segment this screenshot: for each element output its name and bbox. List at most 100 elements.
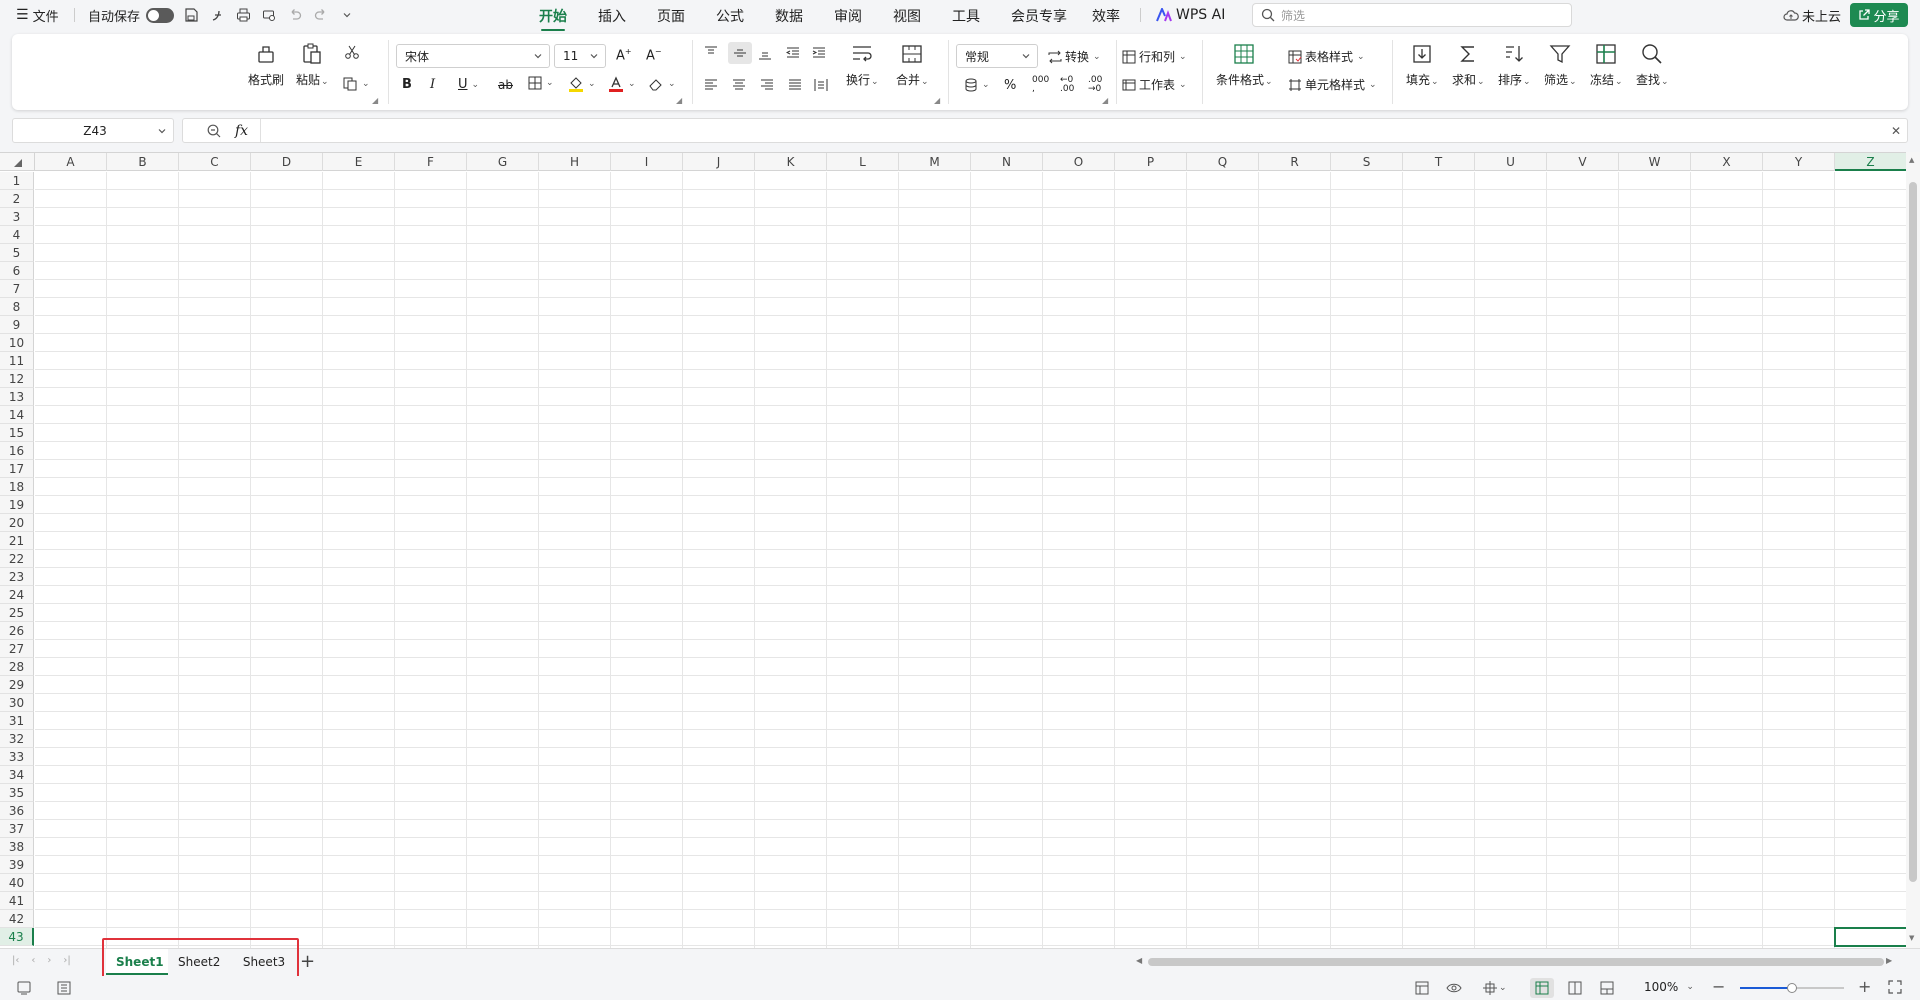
rows-cols-button[interactable]: 行和列 ⌄ [1122,48,1187,65]
increase-decimal-button[interactable]: ←0.00 [1060,76,1074,94]
column-header-o[interactable]: O [1043,153,1115,171]
tab-data[interactable]: 数据 [775,6,803,26]
column-header-a[interactable]: A [35,153,107,171]
autosave-toggle[interactable] [146,7,175,23]
column-header-j[interactable]: J [683,153,755,171]
column-header-b[interactable]: B [107,153,179,171]
row-header[interactable]: 4 [0,226,34,244]
align-right-button[interactable] [760,78,774,92]
row-header[interactable]: 22 [0,550,34,568]
row-header[interactable]: 7 [0,280,34,298]
zoom-slider[interactable] [1740,983,1844,993]
tab-tools[interactable]: 工具 [952,6,980,26]
font-dialog-icon[interactable]: ◢ [676,96,682,105]
column-header-h[interactable]: H [539,153,611,171]
first-sheet-icon[interactable]: |‹ [12,955,19,966]
column-header-c[interactable]: C [179,153,251,171]
fill-color-button[interactable]: ⌄ [568,76,596,92]
tab-page[interactable]: 页面 [657,6,685,26]
paste-button[interactable]: 粘贴⌄ [296,40,329,88]
fill-button[interactable]: 填充⌄ [1406,40,1439,88]
conditional-format-button[interactable]: 条件格式⌄ [1216,40,1273,88]
row-header[interactable]: 10 [0,334,34,352]
scroll-right-icon[interactable]: ▶ [1886,956,1892,965]
prev-sheet-icon[interactable]: ‹ [31,955,35,966]
row-header[interactable]: 13 [0,388,34,406]
focus-mode-icon[interactable]: ⌄ [1482,980,1507,996]
row-header[interactable]: 39 [0,856,34,874]
row-header[interactable]: 31 [0,712,34,730]
row-header[interactable]: 28 [0,658,34,676]
row-header[interactable]: 30 [0,694,34,712]
row-header[interactable]: 25 [0,604,34,622]
zoom-formula-icon[interactable] [207,124,221,138]
merge-button[interactable]: 合并⌄ [896,40,929,88]
column-header-n[interactable]: N [971,153,1043,171]
row-header[interactable]: 23 [0,568,34,586]
italic-button[interactable]: I [430,77,435,92]
macro-icon[interactable] [16,980,32,996]
align-middle-button[interactable] [728,42,752,64]
row-header[interactable]: 37 [0,820,34,838]
convert-button[interactable]: 转换 ⌄ [1048,48,1101,65]
column-header-e[interactable]: E [323,153,395,171]
column-header-m[interactable]: M [899,153,971,171]
row-header[interactable]: 33 [0,748,34,766]
table-style-button[interactable]: 表格样式 ⌄ [1288,48,1365,65]
scroll-left-icon[interactable]: ◀ [1136,956,1142,965]
page-break-icon[interactable] [1600,981,1614,995]
reading-mode-icon[interactable] [1414,980,1430,996]
column-header-p[interactable]: P [1115,153,1187,171]
justify-button[interactable] [788,78,802,92]
tab-insert[interactable]: 插入 [598,6,626,26]
bold-button[interactable]: B [402,77,412,92]
formula-input[interactable] [260,119,1891,142]
column-header-r[interactable]: R [1259,153,1331,171]
tab-member[interactable]: 会员专享 [1011,6,1067,26]
column-header-i[interactable]: I [611,153,683,171]
align-bottom-button[interactable] [758,46,772,60]
export-pdf-icon[interactable] [208,6,226,24]
row-header[interactable]: 5 [0,244,34,262]
row-header[interactable]: 42 [0,910,34,928]
row-header[interactable]: 41 [0,892,34,910]
column-header-s[interactable]: S [1331,153,1403,171]
tab-review[interactable]: 审阅 [834,6,862,26]
row-header[interactable]: 43 [0,928,34,946]
decrease-decimal-button[interactable]: .00 →0 [1088,76,1102,94]
underline-button[interactable]: U ⌄ [458,77,479,92]
undo-icon[interactable] [286,6,304,24]
sum-button[interactable]: 求和⌄ [1452,40,1485,88]
wrap-text-button[interactable]: 换行⌄ [846,40,879,88]
column-header-g[interactable]: G [467,153,539,171]
row-header[interactable]: 34 [0,766,34,784]
row-header[interactable]: 8 [0,298,34,316]
column-header-v[interactable]: V [1547,153,1619,171]
percent-button[interactable]: % [1004,78,1016,93]
cut-button[interactable] [344,44,360,60]
row-header[interactable]: 29 [0,676,34,694]
font-size-select[interactable]: 11 [554,44,606,68]
row-header[interactable]: 24 [0,586,34,604]
scroll-up-icon[interactable]: ▲ [1909,156,1914,164]
increase-font-button[interactable]: A+ [616,47,632,63]
column-header-y[interactable]: Y [1763,153,1835,171]
chevron-down-icon[interactable] [338,6,356,24]
increase-indent-button[interactable] [812,46,826,60]
row-header[interactable]: 36 [0,802,34,820]
row-header[interactable]: 17 [0,460,34,478]
worksheet-button[interactable]: 工作表 ⌄ [1122,76,1187,93]
format-painter-button[interactable]: 格式刷 [248,40,284,88]
column-header-w[interactable]: W [1619,153,1691,171]
cloud-status[interactable]: 未上云 [1783,6,1841,25]
column-header-d[interactable]: D [251,153,323,171]
column-header-t[interactable]: T [1403,153,1475,171]
tab-efficiency[interactable]: 效率 [1092,6,1120,26]
tab-formula[interactable]: 公式 [716,6,744,26]
sheet-tab-2[interactable]: Sheet2 [168,949,230,975]
zoom-out-icon[interactable]: − [1712,977,1725,996]
freeze-button[interactable]: 冻结⌄ [1590,40,1623,88]
print-icon[interactable] [234,6,252,24]
next-sheet-icon[interactable]: › [47,955,51,966]
fullscreen-icon[interactable] [1888,980,1902,994]
